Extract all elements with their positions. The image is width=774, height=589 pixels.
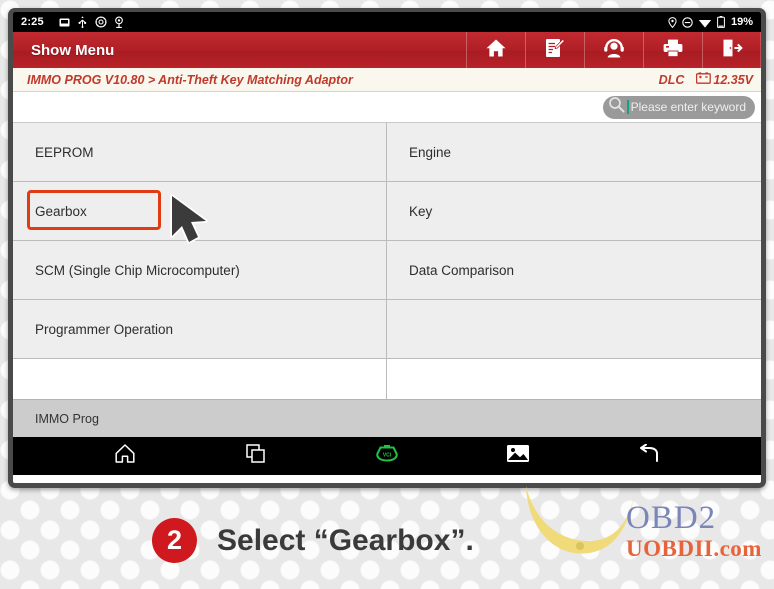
exit-door-icon xyxy=(721,38,743,63)
search-icon xyxy=(608,96,625,118)
breadcrumb-bar: IMMO PROG V10.80 > Anti-Theft Key Matchi… xyxy=(13,68,761,92)
notes-button[interactable] xyxy=(525,32,584,68)
nav-vci-button[interactable]: VCI xyxy=(364,439,410,473)
tablet-screen: 2:25 19% Show Menu IMMO PROG V10.80 > An… xyxy=(13,12,761,483)
dlc-label: DLC xyxy=(658,72,685,87)
back-arrow-icon xyxy=(637,443,661,469)
menu-item-label: SCM (Single Chip Microcomputer) xyxy=(35,262,240,278)
menu-item-key[interactable]: Key xyxy=(387,182,761,241)
tablet-device-frame: 2:25 19% Show Menu IMMO PROG V10.80 > An… xyxy=(8,8,766,488)
car-battery-icon xyxy=(696,72,712,87)
home-outline-icon xyxy=(114,443,136,469)
screenshot-icon xyxy=(59,17,70,28)
menu-item-label: Engine xyxy=(409,144,452,160)
menu-item-data-comparison[interactable]: Data Comparison xyxy=(387,241,761,300)
battery-percent-label: 19% xyxy=(730,16,753,28)
breadcrumb: IMMO PROG V10.80 > Anti-Theft Key Matchi… xyxy=(27,72,353,87)
location-pin-icon xyxy=(668,16,677,28)
step-number-badge: 2 xyxy=(152,518,197,563)
nav-back-button[interactable] xyxy=(626,439,672,473)
page-title: Show Menu xyxy=(31,41,115,59)
menu-item-label: Data Comparison xyxy=(409,262,515,278)
menu-item-empty xyxy=(387,300,761,359)
app-status-bar: IMMO Prog xyxy=(13,399,761,437)
recents-squares-icon xyxy=(245,443,267,469)
voltage-value: 12.35V xyxy=(713,72,753,87)
menu-item-gearbox[interactable]: Gearbox xyxy=(13,182,387,241)
settings-gear-icon xyxy=(95,16,107,28)
menu-item-label: EEPROM xyxy=(35,144,94,160)
exit-button[interactable] xyxy=(702,32,761,68)
printer-icon xyxy=(662,38,684,63)
home-icon xyxy=(485,38,507,63)
vci-connector-icon: VCI xyxy=(374,444,400,469)
menu-item-label: Programmer Operation xyxy=(35,321,174,337)
headset-person-icon xyxy=(602,38,626,63)
android-status-bar: 2:25 19% xyxy=(13,12,761,32)
edit-note-icon xyxy=(544,37,566,64)
status-bar-left-group: 2:25 xyxy=(21,16,124,28)
menu-grid: EEPROM Engine Gearbox Key SCM (Single Ch… xyxy=(13,122,761,399)
menu-item-label: Key xyxy=(409,203,433,219)
nav-home-button[interactable] xyxy=(102,439,148,473)
watermark-logo: OBD2 UOBDII.com xyxy=(526,486,768,589)
status-bar-right-group: 19% xyxy=(668,16,753,28)
support-button[interactable] xyxy=(584,32,643,68)
print-button[interactable] xyxy=(643,32,702,68)
home-button[interactable] xyxy=(466,32,525,68)
wifi-icon xyxy=(698,17,712,28)
voltage-indicator: 12.35V xyxy=(696,72,753,87)
nav-recents-button[interactable] xyxy=(233,439,279,473)
android-nav-bar: VCI xyxy=(13,437,761,475)
menu-item-eeprom[interactable]: EEPROM xyxy=(13,123,387,182)
watermark-site: UOBDII.com xyxy=(626,536,762,561)
search-placeholder: Please enter keyword xyxy=(630,100,746,114)
menu-filler-right xyxy=(387,359,761,399)
app-name-label: IMMO Prog xyxy=(35,411,99,426)
do-not-disturb-icon xyxy=(682,16,693,28)
watermark-brand: OBD2 xyxy=(626,500,717,536)
instruction-text: Select “Gearbox”. xyxy=(217,523,474,557)
status-clock: 2:25 xyxy=(21,16,44,28)
search-input[interactable]: Please enter keyword xyxy=(602,95,755,119)
menu-item-scm[interactable]: SCM (Single Chip Microcomputer) xyxy=(13,241,387,300)
search-row: Please enter keyword xyxy=(13,92,761,122)
location-pin-icon xyxy=(114,16,124,28)
text-cursor xyxy=(626,100,629,114)
nav-screenshot-button[interactable] xyxy=(495,439,541,473)
battery-icon xyxy=(717,16,725,28)
menu-filler-left xyxy=(13,359,387,399)
menu-item-label: Gearbox xyxy=(35,203,87,219)
image-icon xyxy=(506,444,530,468)
app-title-bar: Show Menu xyxy=(13,32,761,68)
usb-icon xyxy=(77,16,88,28)
svg-text:VCI: VCI xyxy=(383,452,392,458)
menu-item-programmer-operation[interactable]: Programmer Operation xyxy=(13,300,387,359)
menu-item-engine[interactable]: Engine xyxy=(387,123,761,182)
